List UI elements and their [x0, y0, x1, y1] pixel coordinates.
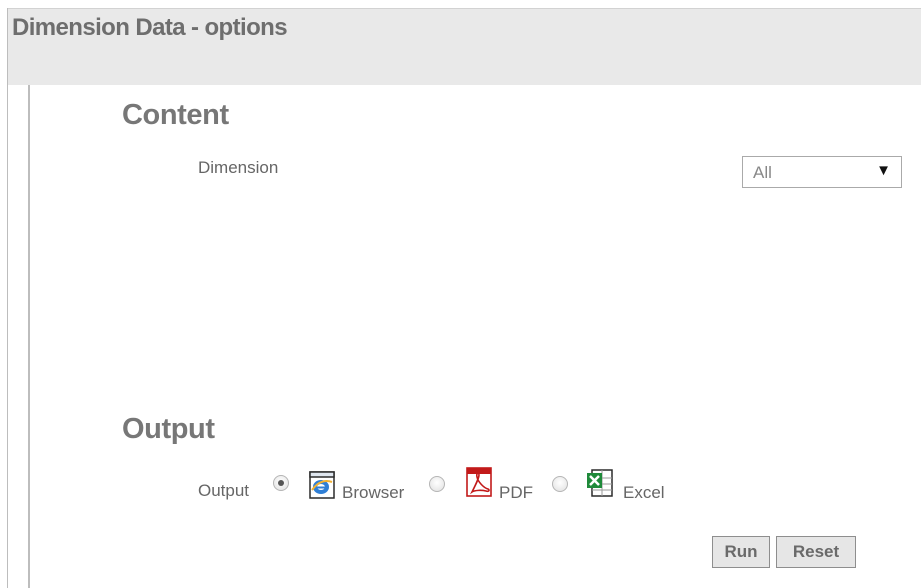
title-bar: Dimension Data - options: [8, 8, 921, 85]
excel-option-label: Excel: [623, 483, 665, 502]
content-heading: Content: [122, 99, 229, 131]
excel-radio[interactable]: [552, 476, 568, 492]
page-title: Dimension Data - options: [12, 14, 288, 41]
chevron-down-icon: ▼: [876, 162, 891, 179]
options-panel: Content Dimension All ▼ Output Output Br…: [28, 85, 921, 588]
dimension-label: Dimension: [198, 158, 279, 177]
browser-option-label: Browser: [342, 483, 405, 502]
run-button[interactable]: Run: [712, 536, 770, 568]
excel-icon: [587, 469, 613, 497]
pdf-option-label: PDF: [499, 483, 533, 502]
pdf-icon: [466, 467, 492, 497]
output-label: Output: [198, 481, 250, 500]
pdf-radio[interactable]: [429, 476, 445, 492]
outer-border: [7, 8, 8, 588]
dimension-select[interactable]: All ▼: [742, 156, 902, 188]
browser-radio[interactable]: [273, 475, 289, 491]
browser-icon: [309, 471, 335, 499]
reset-button[interactable]: Reset: [776, 536, 856, 568]
options-window: Dimension Data - options Content Dimensi…: [0, 0, 921, 588]
output-heading: Output: [122, 413, 215, 445]
dimension-select-value: All: [753, 163, 772, 182]
